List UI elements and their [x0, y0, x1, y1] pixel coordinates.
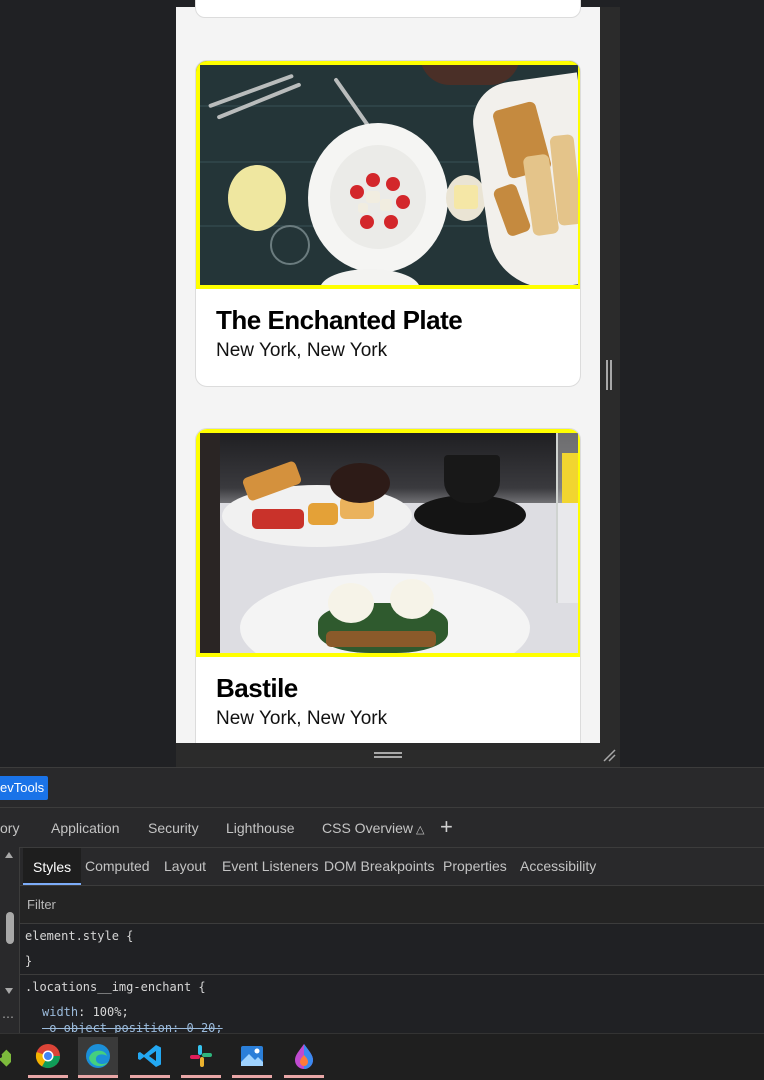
scroll-up-icon[interactable]	[5, 852, 13, 858]
restaurant-name: The Enchanted Plate	[216, 305, 463, 335]
tab-security[interactable]: Security	[148, 820, 199, 836]
restaurant-image	[196, 429, 580, 657]
tab-css-overview[interactable]: CSS Overview △	[322, 820, 425, 836]
tab-memory[interactable]: ory	[0, 820, 19, 836]
paint-drop-icon[interactable]	[284, 1037, 324, 1078]
git-icon[interactable]	[0, 1037, 20, 1075]
rule-close-brace: }	[25, 954, 33, 968]
tab-properties[interactable]: Properties	[443, 858, 507, 874]
tab-event-listeners[interactable]: Event Listeners	[222, 858, 319, 874]
slack-icon[interactable]	[181, 1037, 221, 1078]
width-resize-handle[interactable]	[606, 360, 612, 390]
restaurant-location: New York, New York	[216, 340, 388, 361]
devtools-main-tabs: ory Application Security Lighthouse CSS …	[0, 807, 764, 847]
tab-lighthouse[interactable]: Lighthouse	[226, 820, 295, 836]
styles-filter[interactable]: Filter	[20, 885, 764, 923]
restaurant-card[interactable]: Bastile New York, New York	[195, 428, 581, 768]
add-tab-icon[interactable]: +	[440, 816, 453, 838]
scrollbar-thumb[interactable]	[6, 912, 14, 944]
tab-dom-breakpoints[interactable]: DOM Breakpoints	[324, 858, 434, 874]
devtools-sub-tabs: Styles Computed Layout Event Listeners D…	[20, 847, 764, 885]
tab-computed[interactable]: Computed	[85, 858, 150, 874]
previous-card-bottom	[195, 0, 581, 18]
edge-icon[interactable]	[78, 1037, 118, 1078]
height-resize-handle[interactable]	[374, 752, 402, 758]
devtools-label[interactable]: evTools	[0, 776, 49, 800]
filter-input[interactable]: Filter	[27, 897, 56, 912]
devtools-title-bar	[0, 767, 764, 807]
flask-icon: △	[416, 824, 425, 836]
more-icon[interactable]: ⋯	[2, 1010, 14, 1024]
photos-icon[interactable]	[232, 1037, 272, 1078]
scroll-down-icon[interactable]	[5, 988, 13, 994]
css-property: width	[42, 1005, 79, 1019]
vscode-icon[interactable]	[130, 1037, 170, 1078]
tab-styles[interactable]: Styles	[23, 848, 82, 885]
css-declaration[interactable]: width: 100%;	[42, 1005, 129, 1019]
restaurant-image	[196, 61, 580, 289]
styles-pane: element.style { } .locations__img-enchan…	[20, 923, 764, 1035]
corner-resize-icon[interactable]	[602, 748, 616, 762]
tab-layout[interactable]: Layout	[164, 858, 206, 874]
element-style-selector[interactable]: element.style {	[25, 929, 133, 943]
chrome-icon[interactable]	[28, 1037, 68, 1078]
restaurant-location: New York, New York	[216, 708, 388, 729]
rule-selector[interactable]: .locations__img-enchant {	[25, 980, 206, 994]
restaurant-name: Bastile	[216, 673, 298, 703]
restaurant-card[interactable]: The Enchanted Plate New York, New York	[195, 60, 581, 387]
tab-accessibility[interactable]: Accessibility	[520, 858, 596, 874]
css-value: 100%;	[92, 1005, 129, 1019]
tab-application[interactable]: Application	[51, 820, 120, 836]
